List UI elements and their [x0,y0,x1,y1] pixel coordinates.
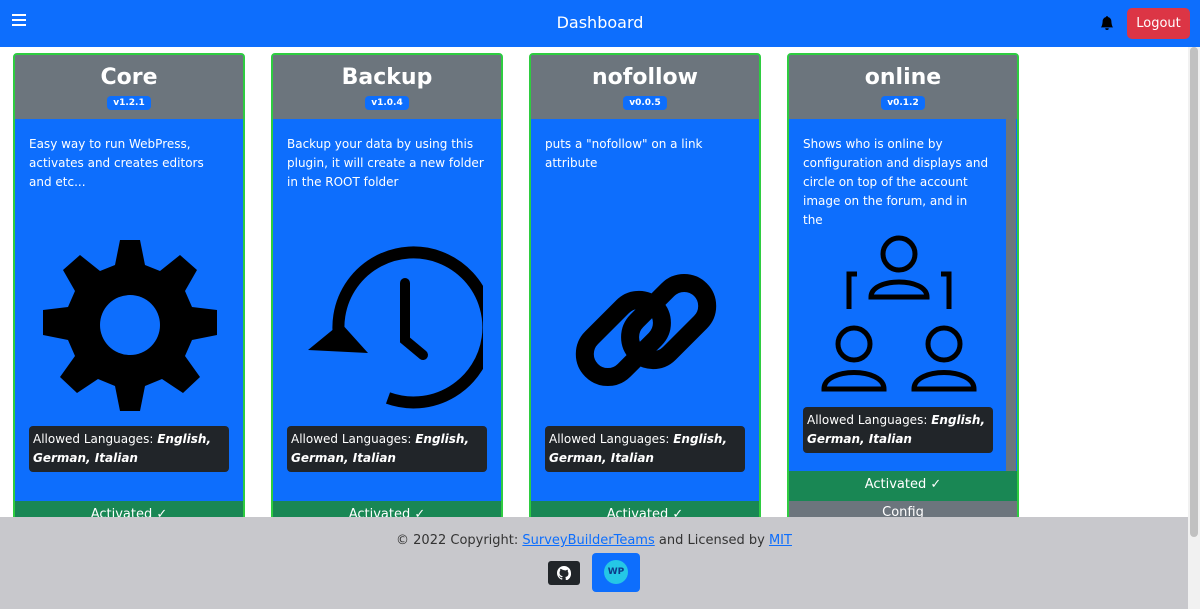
activated-button[interactable]: Activated ✓ [531,501,759,517]
activated-button[interactable]: Activated ✓ [273,501,501,517]
bell-icon[interactable] [1100,16,1114,30]
version-badge: v1.2.1 [107,96,151,110]
copyright-text: © 2022 Copyright: [396,533,519,548]
card-header: Core v1.2.1 [15,55,243,119]
languages-label: Allowed Languages: [807,413,928,427]
plugin-card-nofollow: nofollow v0.0.5 puts a "nofollow" on a l… [529,53,761,517]
wp-button[interactable]: WP [592,553,640,592]
gear-icon [43,240,217,411]
activated-button[interactable]: Activated ✓ [789,471,1017,501]
plugin-grid: Core v1.2.1 Easy way to run WebPress, ac… [0,47,1200,517]
link-icon [575,273,717,387]
allowed-languages: Allowed Languages: English, German, Ital… [287,426,487,472]
version-badge: v0.0.5 [623,96,667,110]
footer: © 2022 Copyright: SurveyBuilderTeams and… [0,517,1188,609]
plugin-card-online: online v0.1.2 Shows who is online by con… [787,53,1019,517]
plugin-description: Easy way to run WebPress, activates and … [29,137,204,189]
card-scrollbar[interactable] [1006,119,1016,471]
plugin-card-backup: Backup v1.0.4 Backup your data by using … [271,53,503,517]
plugin-description: Backup your data by using this plugin, i… [287,137,484,189]
plugin-card-core: Core v1.2.1 Easy way to run WebPress, ac… [13,53,245,517]
allowed-languages: Allowed Languages: English, German, Ital… [545,426,745,472]
card-header: Backup v1.0.4 [273,55,501,119]
page-scrollbar[interactable] [1188,47,1200,609]
history-clock-icon [308,246,483,409]
navbar: Dashboard Logout [0,0,1200,47]
users-online-icon [821,235,977,392]
languages-label: Allowed Languages: [549,432,670,446]
plugin-description: puts a "nofollow" on a link attribute [545,137,703,170]
plugin-title: Core [100,65,158,90]
card-header: online v0.1.2 [789,55,1017,119]
version-badge: v1.0.4 [365,96,409,110]
plugin-title: online [864,65,942,90]
plugin-title: Backup [341,65,433,90]
activated-button[interactable]: Activated ✓ [15,501,243,517]
allowed-languages: Allowed Languages: English, German, Ital… [803,407,993,453]
github-button[interactable] [548,561,580,585]
languages-label: Allowed Languages: [291,432,412,446]
github-icon [557,566,571,580]
license-link[interactable]: MIT [769,533,792,548]
team-link[interactable]: SurveyBuilderTeams [522,533,654,548]
license-text: and Licensed by [658,533,765,548]
plugin-description: Shows who is online by configuration and… [803,137,989,227]
logout-button[interactable]: Logout [1127,8,1190,39]
allowed-languages: Allowed Languages: English, German, Ital… [29,426,229,472]
page-title: Dashboard [556,13,644,32]
card-header: nofollow v0.0.5 [531,55,759,119]
version-badge: v0.1.2 [881,96,925,110]
footer-copyright: © 2022 Copyright: SurveyBuilderTeams and… [0,533,1188,548]
config-button[interactable]: Config [789,501,1017,517]
scrollbar-thumb[interactable] [1190,47,1198,537]
plugin-title: nofollow [592,65,698,90]
languages-label: Allowed Languages: [33,432,154,446]
wp-logo: WP [604,560,628,584]
